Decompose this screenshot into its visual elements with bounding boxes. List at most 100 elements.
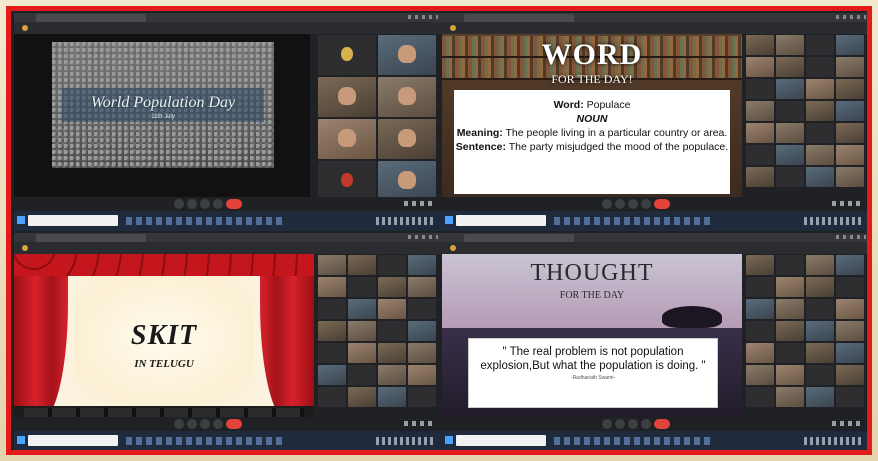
participant-tile[interactable] bbox=[318, 161, 376, 201]
participant-tile[interactable] bbox=[776, 255, 804, 275]
participant-tile[interactable] bbox=[378, 299, 406, 319]
end-call-icon[interactable] bbox=[226, 199, 242, 209]
participant-tile[interactable] bbox=[836, 145, 864, 165]
side-panel-icons[interactable] bbox=[832, 421, 862, 426]
participant-tile[interactable] bbox=[836, 167, 864, 187]
system-tray[interactable] bbox=[376, 217, 436, 225]
participant-tile[interactable] bbox=[836, 123, 864, 143]
side-panel-icons[interactable] bbox=[404, 201, 434, 206]
participant-tile[interactable] bbox=[746, 321, 774, 341]
participant-tile[interactable] bbox=[776, 167, 804, 187]
browser-tab[interactable] bbox=[36, 234, 146, 242]
present-icon[interactable] bbox=[628, 419, 638, 429]
participant-tile[interactable] bbox=[776, 79, 804, 99]
participant-tile[interactable] bbox=[776, 101, 804, 121]
taskbar-apps[interactable] bbox=[554, 217, 714, 225]
participant-tile[interactable] bbox=[408, 277, 436, 297]
participant-tile[interactable] bbox=[836, 387, 864, 407]
browser-tab[interactable] bbox=[464, 14, 574, 22]
participant-tile[interactable] bbox=[836, 343, 864, 363]
participant-tile[interactable] bbox=[806, 277, 834, 297]
participant-tile[interactable] bbox=[318, 343, 346, 363]
taskbar-search[interactable] bbox=[456, 215, 546, 226]
participant-tile[interactable] bbox=[806, 79, 834, 99]
participant-tile[interactable] bbox=[836, 277, 864, 297]
participant-tile[interactable] bbox=[746, 145, 774, 165]
participant-tile[interactable] bbox=[836, 57, 864, 77]
participant-tile[interactable] bbox=[806, 101, 834, 121]
mic-icon[interactable] bbox=[602, 199, 612, 209]
system-tray[interactable] bbox=[376, 437, 436, 445]
participant-tile[interactable] bbox=[348, 321, 376, 341]
camera-icon[interactable] bbox=[615, 419, 625, 429]
participant-tile[interactable] bbox=[378, 119, 436, 159]
more-icon[interactable] bbox=[641, 419, 651, 429]
participant-tile[interactable] bbox=[836, 101, 864, 121]
taskbar-search[interactable] bbox=[456, 435, 546, 446]
participant-tile[interactable] bbox=[806, 321, 834, 341]
participant-tile[interactable] bbox=[836, 365, 864, 385]
participant-tile[interactable] bbox=[776, 299, 804, 319]
participant-tile[interactable] bbox=[348, 387, 376, 407]
participant-tile[interactable] bbox=[776, 387, 804, 407]
participant-tile[interactable] bbox=[318, 77, 376, 117]
taskbar-search[interactable] bbox=[28, 435, 118, 446]
participant-tile[interactable] bbox=[378, 387, 406, 407]
side-panel-icons[interactable] bbox=[832, 201, 862, 206]
taskbar-apps[interactable] bbox=[126, 217, 286, 225]
participant-tile[interactable] bbox=[746, 387, 774, 407]
window-controls[interactable] bbox=[836, 235, 866, 239]
participant-tile[interactable] bbox=[746, 57, 774, 77]
participant-tile[interactable] bbox=[348, 255, 376, 275]
participant-tile[interactable] bbox=[836, 321, 864, 341]
participant-tile[interactable] bbox=[408, 387, 436, 407]
participant-tile[interactable] bbox=[318, 365, 346, 385]
participant-tile[interactable] bbox=[806, 123, 834, 143]
participant-tile[interactable] bbox=[318, 35, 376, 75]
participant-tile[interactable] bbox=[408, 343, 436, 363]
participant-tile[interactable] bbox=[408, 321, 436, 341]
participant-tile[interactable] bbox=[776, 123, 804, 143]
participant-tile[interactable] bbox=[806, 167, 834, 187]
end-call-icon[interactable] bbox=[654, 199, 670, 209]
participant-tile[interactable] bbox=[378, 161, 436, 201]
more-icon[interactable] bbox=[641, 199, 651, 209]
system-tray[interactable] bbox=[804, 217, 864, 225]
window-controls[interactable] bbox=[408, 235, 438, 239]
windows-start-icon[interactable] bbox=[17, 216, 25, 224]
participant-tile[interactable] bbox=[746, 255, 774, 275]
participant-tile[interactable] bbox=[378, 321, 406, 341]
participant-tile[interactable] bbox=[378, 365, 406, 385]
participant-tile[interactable] bbox=[378, 343, 406, 363]
participant-tile[interactable] bbox=[318, 277, 346, 297]
participant-tile[interactable] bbox=[836, 299, 864, 319]
more-icon[interactable] bbox=[213, 419, 223, 429]
mic-icon[interactable] bbox=[602, 419, 612, 429]
browser-tab[interactable] bbox=[36, 14, 146, 22]
participant-tile[interactable] bbox=[806, 35, 834, 55]
browser-tab[interactable] bbox=[464, 234, 574, 242]
windows-start-icon[interactable] bbox=[17, 436, 25, 444]
participant-tile[interactable] bbox=[746, 123, 774, 143]
taskbar-apps[interactable] bbox=[554, 437, 714, 445]
participant-tile[interactable] bbox=[746, 343, 774, 363]
participant-tile[interactable] bbox=[806, 145, 834, 165]
mic-icon[interactable] bbox=[174, 199, 184, 209]
participant-tile[interactable] bbox=[806, 365, 834, 385]
participant-tile[interactable] bbox=[348, 277, 376, 297]
participant-tile[interactable] bbox=[806, 299, 834, 319]
participant-tile[interactable] bbox=[806, 255, 834, 275]
system-tray[interactable] bbox=[804, 437, 864, 445]
participant-tile[interactable] bbox=[836, 79, 864, 99]
participant-tile[interactable] bbox=[746, 101, 774, 121]
participant-tile[interactable] bbox=[776, 365, 804, 385]
camera-icon[interactable] bbox=[615, 199, 625, 209]
taskbar-apps[interactable] bbox=[126, 437, 286, 445]
participant-tile[interactable] bbox=[318, 119, 376, 159]
side-panel-icons[interactable] bbox=[404, 421, 434, 426]
participant-tile[interactable] bbox=[806, 343, 834, 363]
participant-tile[interactable] bbox=[776, 145, 804, 165]
participant-tile[interactable] bbox=[318, 387, 346, 407]
participant-tile[interactable] bbox=[348, 299, 376, 319]
participant-tile[interactable] bbox=[408, 365, 436, 385]
